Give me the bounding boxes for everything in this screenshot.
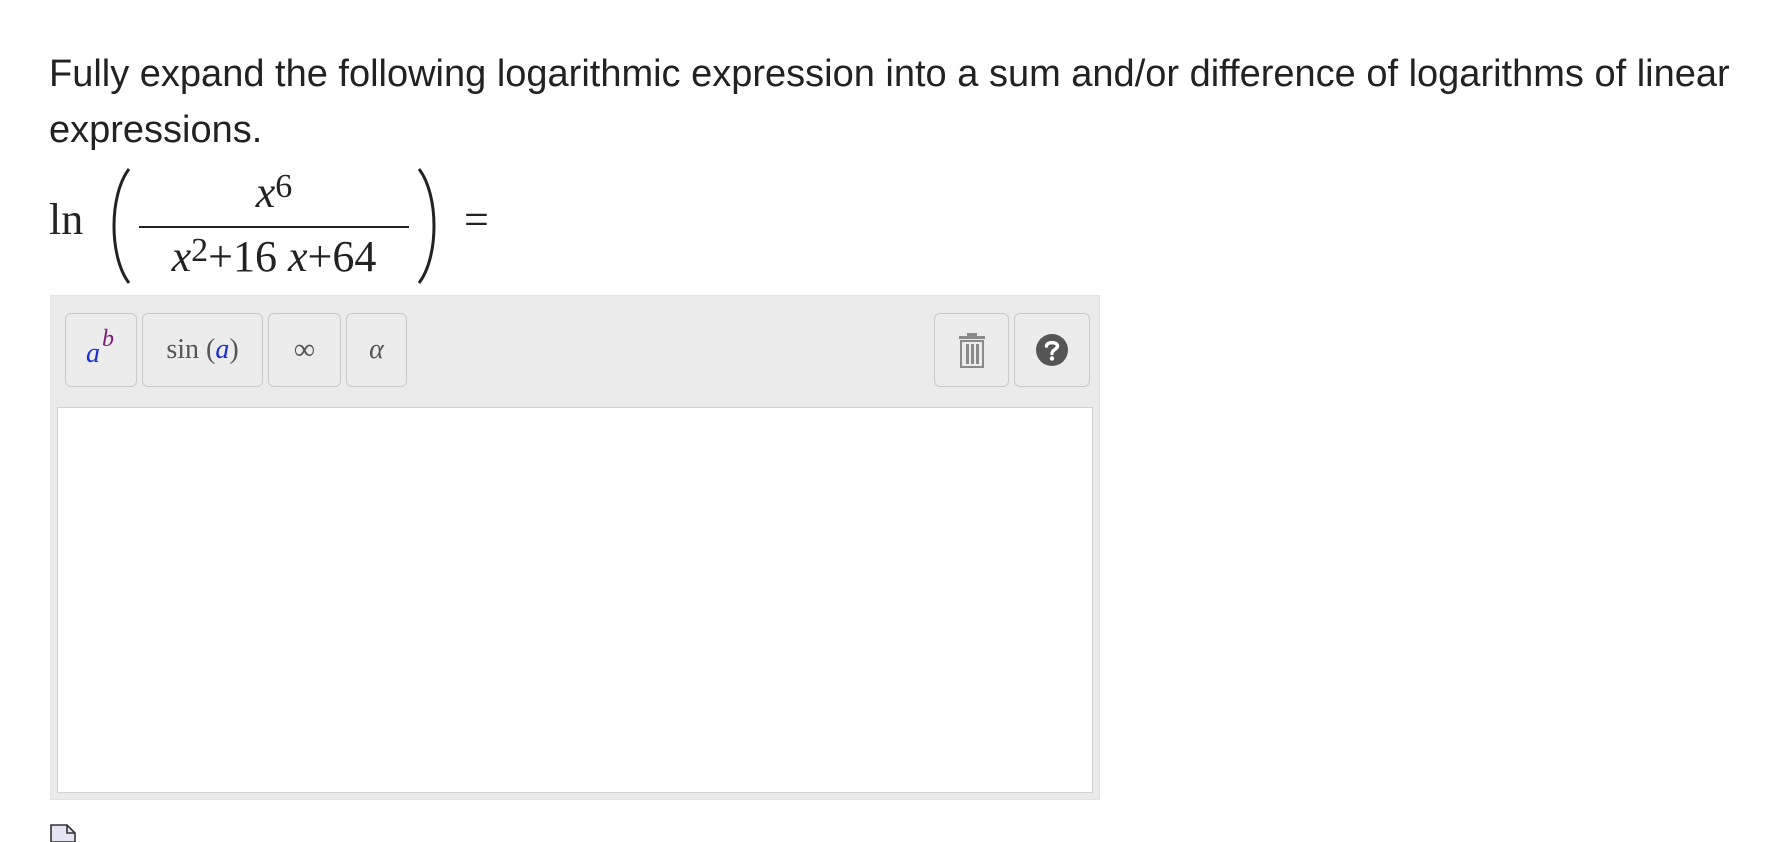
function-open-paren: ( <box>206 334 216 365</box>
denominator-op2: + <box>307 232 333 281</box>
fraction-bar <box>139 226 409 228</box>
numerator-base: x <box>255 168 276 217</box>
infinity-icon: ∞ <box>293 333 316 366</box>
right-paren <box>417 168 436 284</box>
denominator-term1-exponent: 2 <box>191 232 209 269</box>
denominator-term1-base: x <box>171 232 192 281</box>
trash-icon <box>958 333 985 368</box>
question-prompt: Fully expand the following logarithmic e… <box>49 53 1730 151</box>
fraction-denominator: x2+16 x+64 <box>139 229 409 285</box>
denominator-term3: 64 <box>332 232 377 281</box>
equals-sign: = <box>464 195 489 244</box>
superscript-exponent: b <box>102 326 114 352</box>
superscript-button[interactable]: a b <box>65 313 137 387</box>
superscript-base: a <box>86 338 100 369</box>
numerator-exponent: 6 <box>275 168 293 205</box>
superscript-icon: a b <box>81 326 121 370</box>
help-icon <box>1036 334 1068 366</box>
left-paren <box>112 168 131 284</box>
fraction-numerator: x6 <box>139 165 409 221</box>
infinity-button[interactable]: ∞ <box>268 313 341 387</box>
answer-input-area[interactable] <box>57 407 1093 793</box>
function-arg: a <box>215 334 230 365</box>
math-answer-editor: a b sin (a) ∞ α <box>50 295 1100 800</box>
document-icon[interactable] <box>50 824 76 842</box>
ln-function: ln <box>49 195 84 244</box>
greek-letters-button[interactable]: α <box>346 313 407 387</box>
function-name: sin <box>166 334 200 365</box>
function-button[interactable]: sin (a) <box>142 313 263 387</box>
help-button[interactable] <box>1014 313 1090 387</box>
denominator-term2-var: x <box>288 232 308 281</box>
clear-button[interactable] <box>934 313 1009 387</box>
denominator-term2-coef: 16 <box>233 232 277 281</box>
alpha-icon: α <box>369 334 384 365</box>
function-close-paren: ) <box>229 334 239 365</box>
math-expression: ln x6 x2+16 x+64 = <box>49 165 529 287</box>
denominator-op1: + <box>208 232 233 281</box>
